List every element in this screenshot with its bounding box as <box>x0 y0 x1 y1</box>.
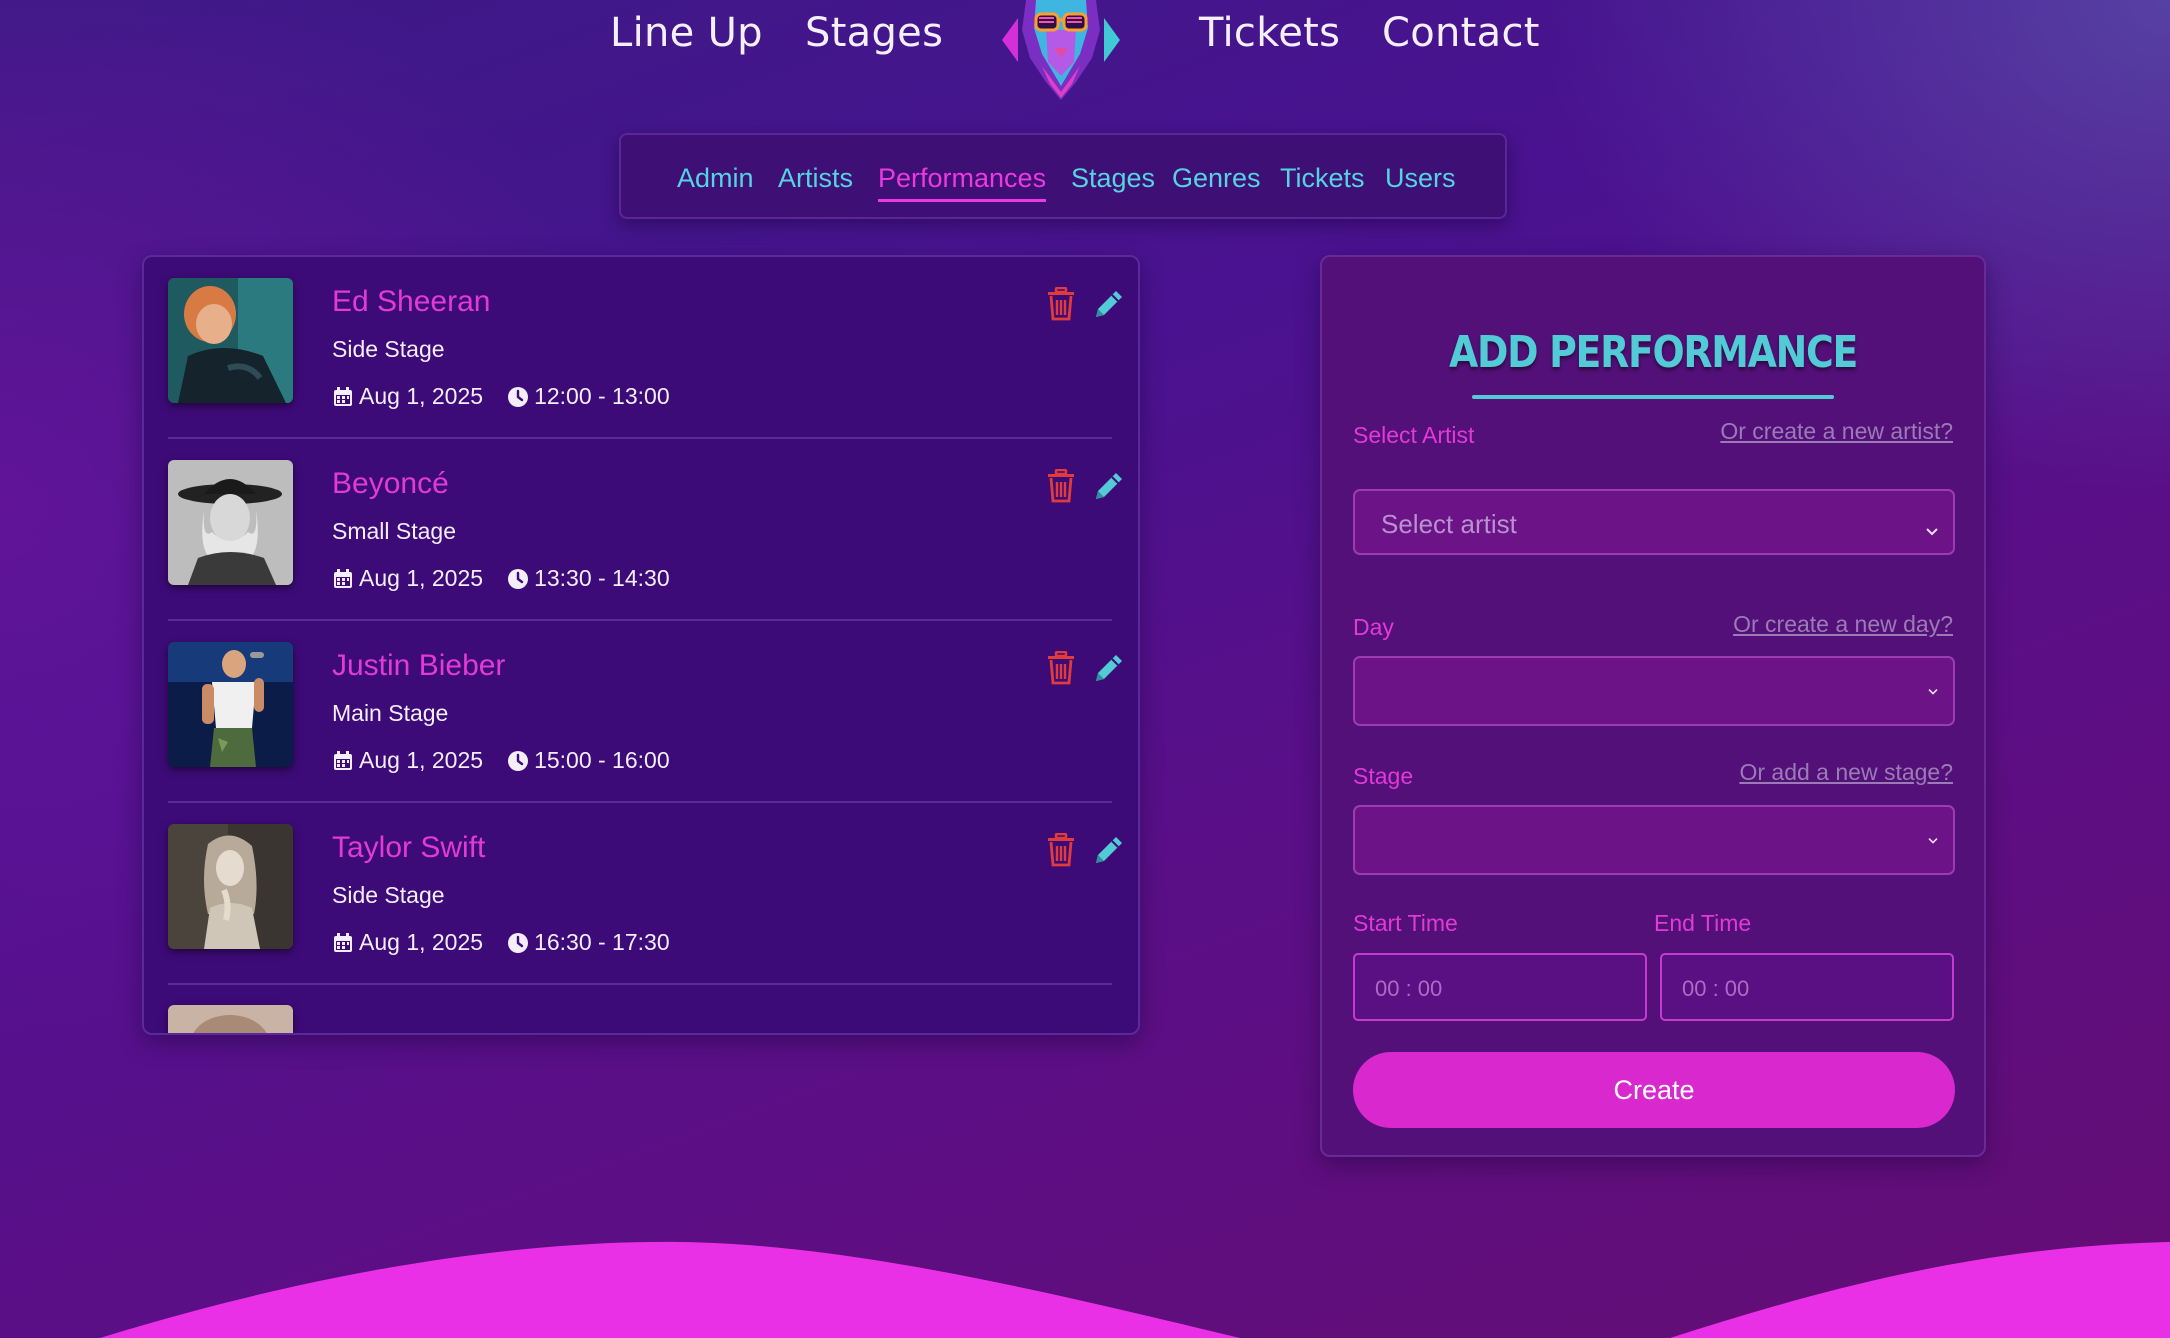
artist-photo <box>168 460 293 585</box>
tab-performances[interactable]: Performances <box>878 163 1046 194</box>
trash-icon[interactable] <box>1046 651 1076 685</box>
add-performance-form: ADD PERFORMANCE Select Artist Or create … <box>1320 255 1986 1157</box>
nav-tickets[interactable]: Tickets <box>1199 10 1340 56</box>
artist-name: Justin Bieber <box>332 649 506 682</box>
clock-icon <box>508 568 529 589</box>
create-day-link[interactable]: Or create a new day? <box>1733 611 1953 638</box>
trash-icon[interactable] <box>1046 287 1076 321</box>
artist-name: Beyoncé <box>332 467 449 500</box>
artist-name: Taylor Swift <box>332 831 486 864</box>
artist-photo <box>168 278 293 403</box>
clock-icon <box>508 932 529 953</box>
start-time-input[interactable]: 00 : 00 <box>1353 953 1647 1021</box>
stage-name: Side Stage <box>332 882 445 908</box>
end-time-value: 00 : 00 <box>1682 976 1750 1001</box>
tab-tickets[interactable]: Tickets <box>1280 163 1365 194</box>
tab-users[interactable]: Users <box>1385 163 1456 194</box>
performance-item: Ed Sheeran Side Stage Aug 1, 2025 12:00 … <box>168 257 1122 439</box>
stage-name: Main Stage <box>332 700 449 726</box>
day-select[interactable] <box>1353 656 1955 726</box>
performance-list[interactable]: Ed Sheeran Side Stage Aug 1, 2025 12:00 … <box>142 255 1140 1035</box>
active-tab-underline <box>878 199 1046 202</box>
artist-label: Select Artist <box>1353 422 1475 448</box>
performance-schedule: Aug 1, 2025 15:00 - 16:00 <box>332 747 670 774</box>
artist-select[interactable]: Select artist <box>1353 489 1955 555</box>
clock-icon <box>508 750 529 771</box>
performance-time: 15:00 - 16:00 <box>534 747 670 773</box>
performance-item-partial <box>168 985 1112 1033</box>
tab-stages[interactable]: Stages <box>1071 163 1155 194</box>
stage-name: Side Stage <box>332 336 445 362</box>
performance-date: Aug 1, 2025 <box>359 747 484 773</box>
admin-tab-bar: Admin Artists Performances Stages Genres… <box>619 133 1507 219</box>
nav-contact[interactable]: Contact <box>1382 10 1540 56</box>
stage-name: Small Stage <box>332 518 457 544</box>
artist-photo <box>168 824 293 949</box>
trash-icon[interactable] <box>1046 469 1076 503</box>
lion-logo[interactable] <box>996 0 1126 104</box>
chevron-down-icon <box>1928 689 1938 695</box>
clock-icon <box>508 386 529 407</box>
performance-schedule: Aug 1, 2025 12:00 - 13:00 <box>332 383 670 410</box>
footer-wave <box>100 1241 2170 1338</box>
performance-date: Aug 1, 2025 <box>359 565 484 591</box>
nav-line-up[interactable]: Line Up <box>610 10 763 56</box>
form-title: ADD PERFORMANCE <box>1448 327 1858 378</box>
performance-schedule: Aug 1, 2025 13:30 - 14:30 <box>332 565 670 592</box>
pencil-icon[interactable] <box>1092 469 1126 503</box>
artist-photo <box>168 642 293 767</box>
tab-genres[interactable]: Genres <box>1172 163 1261 194</box>
day-label: Day <box>1353 614 1394 640</box>
title-underline <box>1472 395 1834 399</box>
stage-label: Stage <box>1353 763 1414 789</box>
start-time-value: 00 : 00 <box>1375 976 1443 1001</box>
artist-select-value: Select artist <box>1381 509 1517 539</box>
end-time-input[interactable]: 00 : 00 <box>1660 953 1954 1021</box>
performance-date: Aug 1, 2025 <box>359 383 484 409</box>
artist-photo <box>168 1005 293 1033</box>
performance-date: Aug 1, 2025 <box>359 929 484 955</box>
pencil-icon[interactable] <box>1092 651 1126 685</box>
create-artist-link[interactable]: Or create a new artist? <box>1720 418 1953 445</box>
nav-stages[interactable]: Stages <box>805 10 943 56</box>
add-stage-link[interactable]: Or add a new stage? <box>1739 759 1953 786</box>
calendar-icon <box>334 568 352 588</box>
create-button[interactable]: Create <box>1353 1052 1955 1128</box>
performance-item: Taylor Swift Side Stage Aug 1, 2025 16:3… <box>168 803 1122 985</box>
calendar-icon <box>334 932 352 952</box>
tab-admin[interactable]: Admin <box>677 163 754 194</box>
artist-name: Ed Sheeran <box>332 285 491 318</box>
stage-select[interactable] <box>1353 805 1955 875</box>
calendar-icon <box>334 386 352 406</box>
pencil-icon[interactable] <box>1092 287 1126 321</box>
performance-time: 16:30 - 17:30 <box>534 929 670 955</box>
trash-icon[interactable] <box>1046 833 1076 867</box>
chevron-down-icon <box>1926 528 1938 536</box>
performance-item: Justin Bieber Main Stage Aug 1, 2025 15:… <box>168 621 1122 803</box>
calendar-icon <box>334 750 352 770</box>
performance-schedule: Aug 1, 2025 16:30 - 17:30 <box>332 929 670 956</box>
performance-item: Beyoncé Small Stage Aug 1, 2025 13:30 - … <box>168 439 1122 621</box>
chevron-down-icon <box>1928 838 1938 844</box>
performance-time: 13:30 - 14:30 <box>534 565 670 591</box>
end-time-label: End Time <box>1654 910 1752 936</box>
tab-artists[interactable]: Artists <box>778 163 853 194</box>
pencil-icon[interactable] <box>1092 833 1126 867</box>
performance-time: 12:00 - 13:00 <box>534 383 670 409</box>
main-nav: Line Up Stages Tickets Contact <box>0 0 2170 100</box>
start-time-label: Start Time <box>1353 910 1458 936</box>
